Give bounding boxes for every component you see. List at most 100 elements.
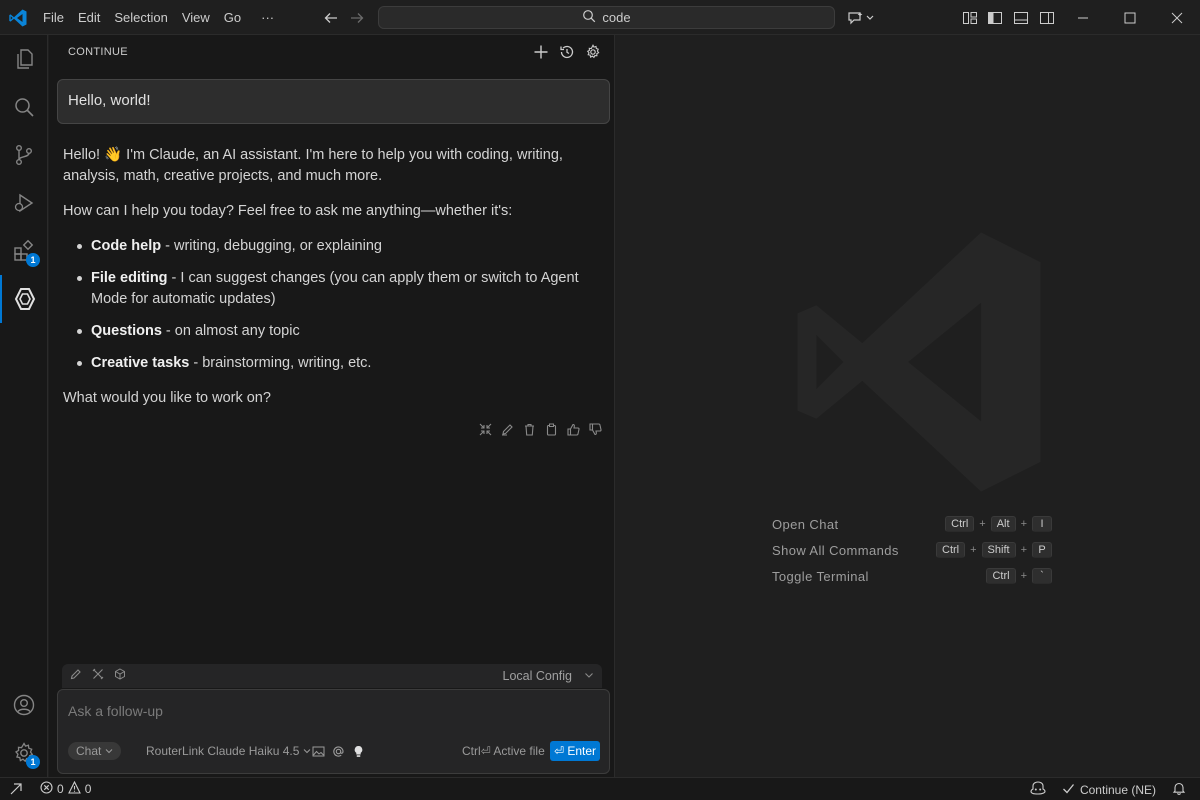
toggle-panel-icon[interactable] (1011, 8, 1031, 28)
config-edit-pencil-icon[interactable] (70, 667, 82, 685)
assistant-response: Hello! 👋 I'm Claude, an AI assistant. I'… (63, 145, 608, 423)
bullet-bold: File editing (91, 270, 168, 286)
status-bar: 0 0 Continue (NE) (0, 777, 1200, 800)
follow-up-input[interactable] (68, 700, 588, 722)
shortcut-row-show-all-commands[interactable]: Show All Commands Ctrl + Shift + P (772, 537, 1052, 563)
bullet-bold: Creative tasks (91, 355, 190, 371)
menu-edit[interactable]: Edit (71, 6, 107, 30)
back-arrow-icon[interactable] (320, 7, 342, 29)
shortcut-label: Toggle Terminal (772, 568, 869, 584)
config-selector[interactable]: Local Config (503, 669, 595, 683)
warning-count: 0 (84, 782, 92, 796)
extensions-icon[interactable]: 1 (0, 227, 48, 275)
account-icon[interactable] (0, 681, 48, 729)
compact-icon[interactable] (477, 421, 493, 437)
menu-selection[interactable]: Selection (107, 6, 174, 30)
mention-at-icon[interactable] (330, 743, 346, 759)
minimize-icon[interactable] (1060, 0, 1106, 35)
search-activity-icon[interactable] (0, 83, 48, 131)
vscode-watermark-logo-icon (784, 227, 1054, 497)
menu-go[interactable]: Go (217, 6, 248, 30)
model-label: RouterLink Claude Haiku 4.5 (146, 744, 300, 758)
title-bar: File Edit Selection View Go ··· code (0, 0, 1200, 35)
mode-label: Chat (76, 744, 102, 758)
welcome-shortcuts: Open Chat Ctrl + Alt + I Show All Commands… (772, 511, 1052, 589)
vscode-logo-icon (8, 8, 28, 28)
lightbulb-icon[interactable] (350, 743, 366, 759)
new-session-plus-icon[interactable] (532, 43, 550, 61)
delete-trash-icon[interactable] (521, 421, 537, 437)
extensions-badge: 1 (26, 253, 40, 267)
keycap: P (1032, 542, 1052, 558)
close-icon[interactable] (1154, 0, 1200, 35)
forward-arrow-icon[interactable] (346, 7, 368, 29)
run-debug-icon[interactable] (0, 179, 48, 227)
bullet-bold: Questions (91, 323, 162, 339)
maximize-icon[interactable] (1107, 0, 1153, 35)
error-icon (40, 781, 53, 797)
search-icon (582, 9, 596, 26)
remote-indicator-icon[interactable] (6, 780, 26, 798)
assistant-closing: What would you like to work on? (63, 390, 271, 406)
image-attach-icon[interactable] (310, 743, 326, 759)
key-combo: Ctrl + Shift + P (936, 542, 1052, 558)
panel-settings-gear-icon[interactable] (584, 43, 602, 61)
menu-more[interactable]: ··· (254, 6, 281, 30)
tools-icon[interactable] (92, 667, 104, 685)
toggle-secondary-sidebar-icon[interactable] (1037, 8, 1057, 28)
editor-area: Open Chat Ctrl + Alt + I Show All Commands… (616, 35, 1200, 777)
user-message-bubble[interactable]: Hello, world! (57, 79, 610, 124)
edit-pencil-icon[interactable] (499, 421, 515, 437)
menu-file[interactable]: File (36, 6, 71, 30)
keycap: Alt (990, 516, 1016, 532)
chat-input-box: Chat RouterLink Claude Haiku 4.5 Ctrl⏎ A… (57, 689, 610, 774)
keycap: Shift (981, 542, 1016, 558)
bullet-text: - writing, debugging, or explaining (161, 238, 382, 254)
toggle-primary-sidebar-icon[interactable] (985, 8, 1005, 28)
continue-icon[interactable] (0, 275, 48, 323)
menu-bar: File Edit Selection View Go ··· (36, 0, 281, 35)
copilot-icon[interactable] (1030, 781, 1046, 798)
keycap: Ctrl (945, 516, 975, 532)
enter-button[interactable]: ⏎ Enter (550, 741, 600, 761)
menu-view[interactable]: View (175, 6, 217, 30)
mode-selector[interactable]: Chat (68, 742, 122, 760)
problems-indicator[interactable]: 0 0 (40, 780, 92, 797)
shortcut-label: Open Chat (772, 516, 839, 532)
active-file-hint[interactable]: Ctrl⏎ Active file (462, 742, 545, 760)
command-center-search[interactable]: code (378, 6, 835, 29)
command-center-text: code (602, 10, 631, 25)
list-item: Creative tasks - brainstorming, writing,… (77, 353, 608, 374)
thumbs-down-icon[interactable] (587, 421, 603, 437)
keycap: Ctrl (986, 568, 1016, 584)
message-actions (477, 421, 603, 437)
mode-chevron-down-icon (105, 744, 113, 758)
check-icon (1062, 782, 1075, 798)
shortcut-row-open-chat[interactable]: Open Chat Ctrl + Alt + I (772, 511, 1052, 537)
notifications-bell-icon[interactable] (1172, 781, 1186, 798)
panel-actions (532, 43, 602, 61)
continue-status-label: Continue (NE) (1079, 782, 1156, 797)
settings-gear-icon[interactable]: 1 (0, 729, 48, 777)
source-control-icon[interactable] (0, 131, 48, 179)
chevron-down-icon (584, 669, 594, 683)
copilot-chat-icon[interactable] (846, 8, 876, 28)
shortcut-row-toggle-terminal[interactable]: Toggle Terminal Ctrl + ` (772, 563, 1052, 589)
cube-icon[interactable] (114, 667, 126, 685)
assistant-intro: Hello! 👋 I'm Claude, an AI assistant. I'… (63, 147, 563, 184)
copy-icon[interactable] (543, 421, 559, 437)
list-item: Questions - on almost any topic (77, 321, 608, 342)
warning-icon (67, 780, 81, 797)
config-toolbar: Local Config (62, 664, 602, 688)
model-selector[interactable]: RouterLink Claude Haiku 4.5 (146, 742, 311, 760)
settings-badge: 1 (26, 755, 40, 769)
history-icon[interactable] (558, 43, 576, 61)
customize-layout-icon[interactable] (960, 8, 980, 28)
thumbs-up-icon[interactable] (565, 421, 581, 437)
panel-title: CONTINUE (68, 46, 128, 58)
continue-status[interactable]: Continue (NE) (1062, 782, 1156, 798)
explorer-icon[interactable] (0, 35, 48, 83)
key-combo: Ctrl + Alt + I (945, 516, 1052, 532)
status-right: Continue (NE) (1030, 781, 1186, 798)
assistant-bullet-list: Code help - writing, debugging, or expla… (77, 236, 608, 374)
